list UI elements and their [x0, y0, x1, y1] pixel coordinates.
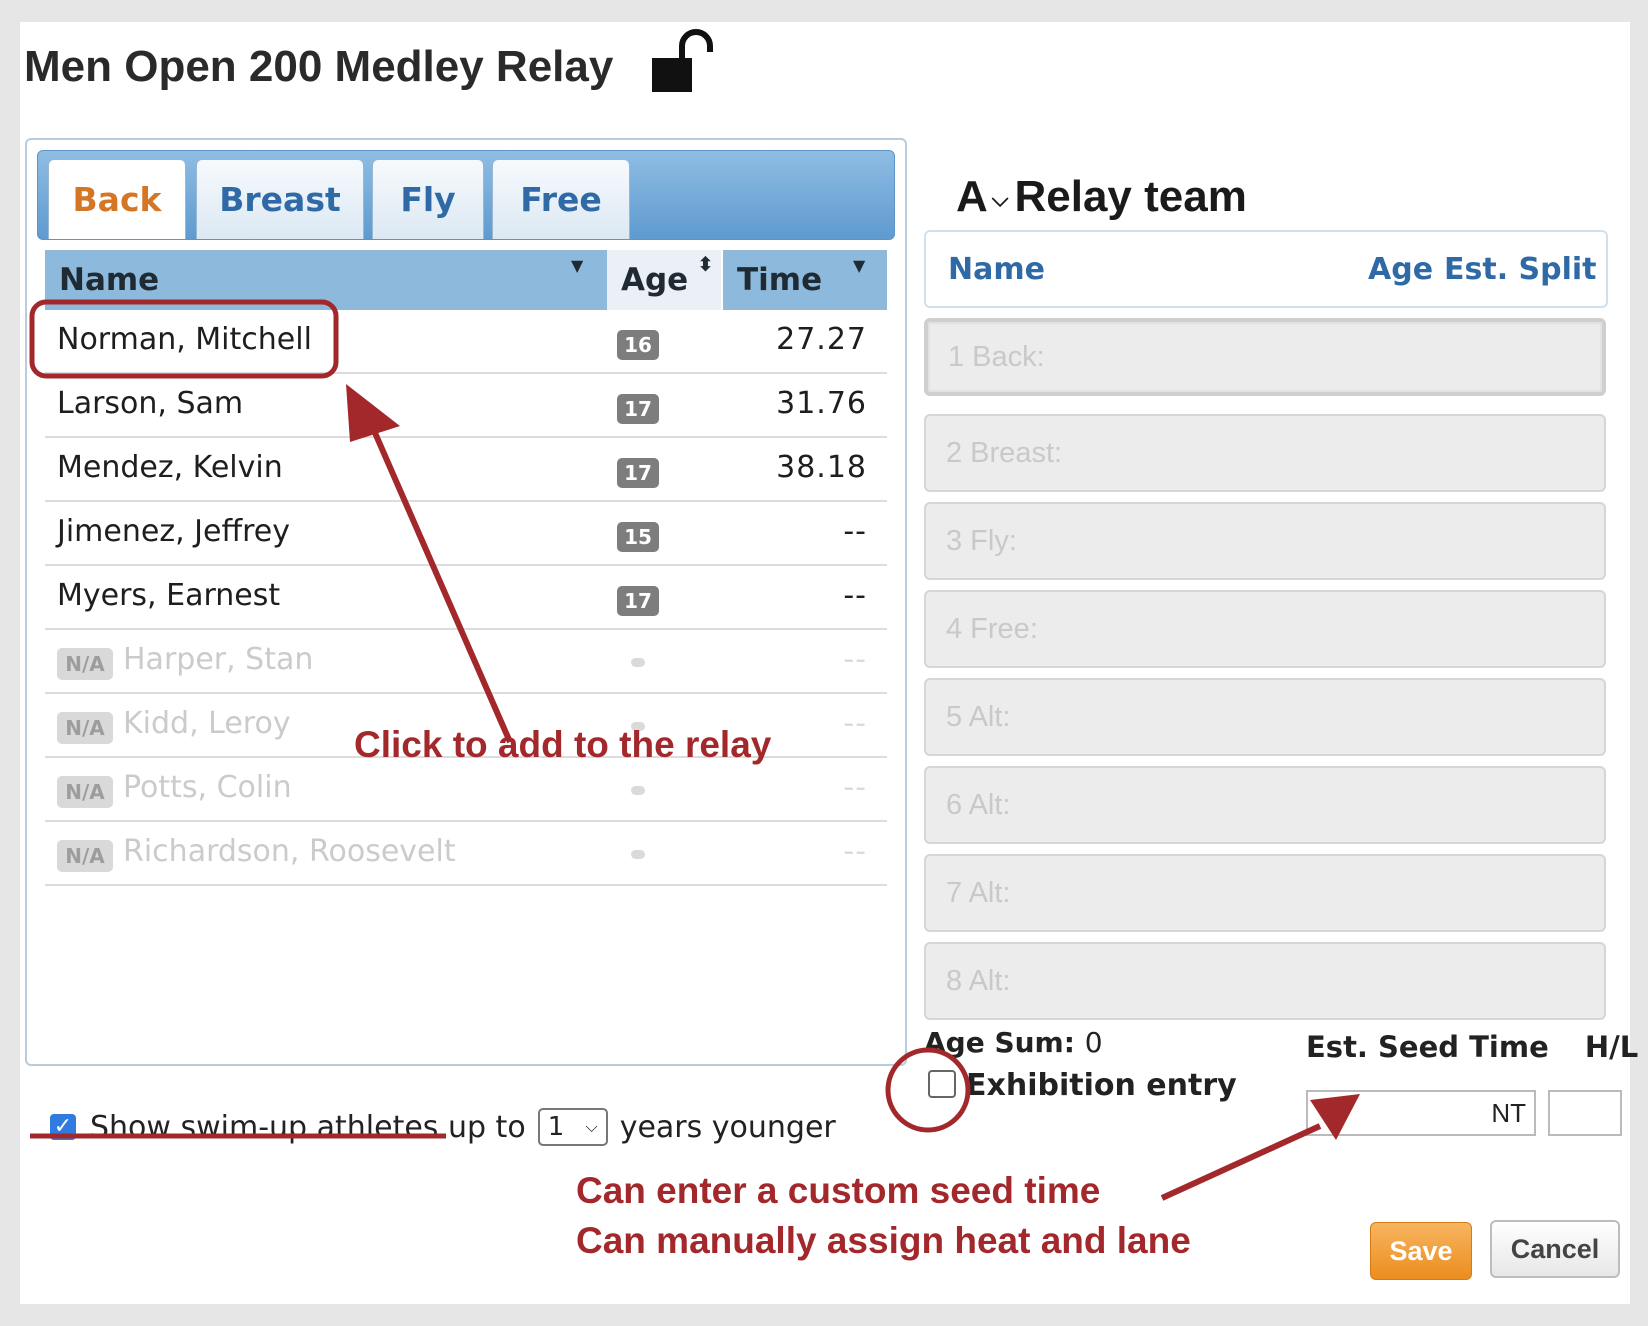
arrow-line — [369, 424, 513, 744]
annotation-seed-hint: Can enter a custom seed time — [576, 1170, 1101, 1211]
annotation-click-hint: Click to add to the relay — [354, 724, 772, 765]
arrow-line — [1160, 1123, 1322, 1201]
arrow-head — [1310, 1094, 1360, 1140]
annotation-overlay — [29, 299, 1360, 1201]
highlight-circle — [885, 1047, 971, 1133]
highlight-box — [29, 299, 339, 379]
arrow-head — [346, 384, 400, 442]
relay-dialog: Men Open 200 Medley Relay Back Breast Fl… — [20, 22, 1638, 1304]
annotation-lane-hint: Can manually assign heat and lane — [576, 1220, 1191, 1261]
